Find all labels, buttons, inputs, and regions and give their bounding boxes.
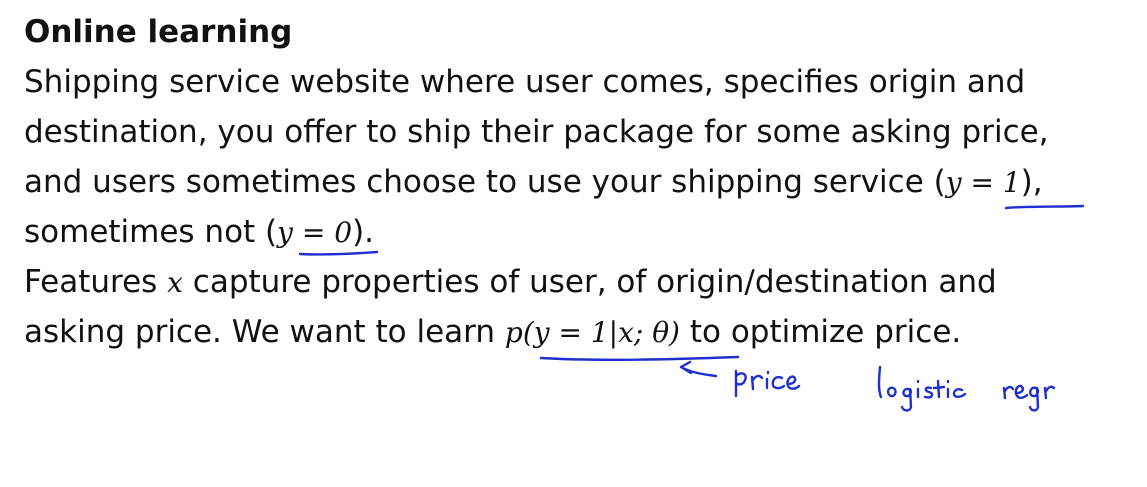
underline-probability: [539, 355, 740, 362]
handwritten-logistic-regr: [877, 365, 1056, 412]
body-line-6-text-b: to optimize price.: [679, 314, 962, 350]
slide-title: Online learning: [24, 14, 293, 50]
body-line-3: and users sometimes choose to use your s…: [24, 162, 1043, 203]
body-line-3-text-a: and users sometimes choose to use your s…: [24, 164, 946, 200]
body-line-6: asking price. We want to learn p(y = 1|x…: [24, 312, 961, 353]
body-line-4: sometimes not (y = 0).: [24, 212, 374, 253]
body-line-4-text-b: ).: [352, 214, 375, 250]
body-line-4-text-a: sometimes not (: [24, 214, 278, 250]
body-line-5: Features x capture properties of user, o…: [24, 262, 997, 303]
slide: Online learning Shipping service website…: [0, 0, 1147, 487]
handwritten-price: [734, 369, 801, 398]
body-line-3-text-b: ),: [1020, 164, 1043, 200]
math-x: x: [167, 266, 183, 299]
underline-y-equals-1: [1004, 204, 1085, 210]
body-line-2: destination, you offer to ship their pac…: [24, 114, 1049, 150]
math-probability: p(y = 1|x; θ): [504, 316, 680, 349]
math-y-equals-0: y = 0: [277, 216, 353, 249]
math-y-equals-1: y = 1: [945, 166, 1021, 199]
arrow-to-theta-icon: [679, 360, 718, 378]
body-line-6-text-a: asking price. We want to learn: [24, 314, 505, 350]
body-line-5-text-b: capture properties of user, of origin/de…: [182, 264, 997, 300]
body-line-1: Shipping service website where user come…: [24, 64, 1026, 100]
body-line-5-text-a: Features: [24, 264, 168, 300]
